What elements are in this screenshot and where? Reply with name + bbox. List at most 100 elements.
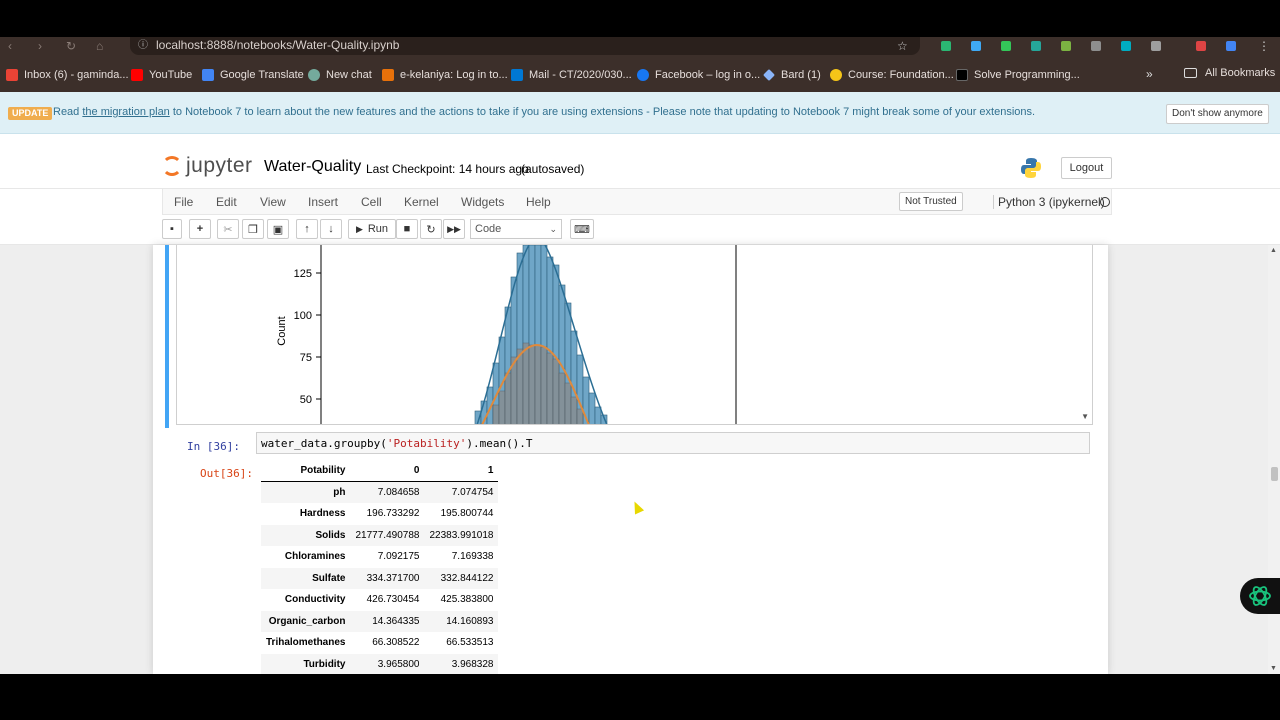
table-cell: 7.084658 xyxy=(377,487,420,498)
bookmark-item[interactable]: Facebook – log in o... xyxy=(637,67,760,83)
migration-plan-link[interactable]: the migration plan xyxy=(82,106,169,118)
code-cell[interactable]: In [36]: water_data.groupby('Potability'… xyxy=(165,432,1095,674)
dont-show-anymore-button[interactable]: Don't show anymore xyxy=(1166,104,1269,124)
save-button[interactable]: ▪ xyxy=(162,219,182,239)
forward-icon[interactable]: › xyxy=(38,39,42,53)
menu-help[interactable]: Help xyxy=(526,195,551,209)
histogram-plot-fragment: Count 125 100 75 50 xyxy=(276,245,737,424)
more-bookmarks-icon[interactable]: » xyxy=(1146,67,1153,81)
bookmark-label: Inbox (6) - gaminda... xyxy=(24,69,129,81)
jupyter-logo-text: jupyter xyxy=(186,154,253,177)
logout-button[interactable]: Logout xyxy=(1061,157,1112,179)
table-cell: 426.730454 xyxy=(366,594,420,606)
address-bar[interactable]: ⓘ localhost:8888/notebooks/Water-Quality… xyxy=(130,37,920,55)
arrow-down-icon: ↓ xyxy=(328,223,334,235)
scrollbar-thumb[interactable] xyxy=(1271,467,1278,481)
insert-cell-button[interactable]: + xyxy=(189,219,211,239)
table-cell: 7.074754 xyxy=(451,487,494,498)
extension-icon[interactable] xyxy=(941,41,951,51)
extension-icon[interactable] xyxy=(1031,41,1041,51)
menu-view[interactable]: View xyxy=(260,195,286,209)
trust-status-button[interactable]: Not Trusted xyxy=(899,192,963,211)
menu-cell[interactable]: Cell xyxy=(361,195,382,209)
bookmark-item[interactable]: Course: Foundation... xyxy=(830,67,954,83)
copy-icon: ❐ xyxy=(248,223,258,236)
run-button[interactable]: ▶ Run xyxy=(348,219,396,239)
plot-ylabel: Count xyxy=(276,316,288,345)
row-label: Turbidity xyxy=(303,658,346,670)
checkpoint-status: Last Checkpoint: 14 hours ago xyxy=(366,162,529,176)
table-header-row: Potability 0 1 xyxy=(261,460,499,482)
cut-button[interactable]: ✂ xyxy=(217,219,239,239)
notebook-toolbar: ▪ + ✂ ❐ ▣ ↑ ↓ ▶ Run ■ ↻ ▶▶ Code ⌄ ⌨ xyxy=(0,215,1280,245)
code-prefix: water_data.groupby( xyxy=(261,437,387,450)
menu-widgets[interactable]: Widgets xyxy=(461,195,504,209)
scroll-down-arrow-icon[interactable]: ▼ xyxy=(1081,412,1089,421)
notebook-area: Count 125 100 75 50 ▼ In [36]: water_dat… xyxy=(0,245,1268,674)
move-up-button[interactable]: ↑ xyxy=(296,219,318,239)
bookmark-label: Solve Programming... xyxy=(974,69,1080,81)
bookmark-item[interactable]: Mail - CT/2020/030... xyxy=(511,67,632,83)
bookmark-item[interactable]: Solve Programming... xyxy=(956,67,1080,83)
jupyter-logo[interactable]: jupyter xyxy=(162,154,253,178)
restart-run-all-button[interactable]: ▶▶ xyxy=(443,219,465,239)
restart-button[interactable]: ↻ xyxy=(420,219,442,239)
extension-icon[interactable] xyxy=(1121,41,1131,51)
update-banner: UPDATE Read the migration plan to Notebo… xyxy=(0,92,1280,134)
update-text-after: to Notebook 7 to learn about the new fea… xyxy=(172,106,1036,118)
bookmark-star-icon[interactable]: ☆ xyxy=(897,39,908,53)
menu-bar: File Edit View Insert Cell Kernel Widget… xyxy=(0,188,1280,215)
facebook-icon xyxy=(637,69,649,81)
bookmark-item[interactable]: Bard (1) xyxy=(763,67,821,83)
scroll-down-arrow-icon[interactable]: ▼ xyxy=(1270,665,1277,672)
browser-menu-icon[interactable]: ⋮ xyxy=(1258,39,1270,53)
back-icon[interactable]: ‹ xyxy=(8,39,12,53)
bookmark-item[interactable]: e-kelaniya: Log in to... xyxy=(382,67,508,83)
extension-icon[interactable] xyxy=(1091,41,1101,51)
move-down-button[interactable]: ↓ xyxy=(320,219,342,239)
paste-button[interactable]: ▣ xyxy=(267,219,289,239)
assistant-floating-button[interactable] xyxy=(1240,578,1280,614)
plot-cell[interactable]: Count 125 100 75 50 ▼ xyxy=(165,245,1095,428)
cell-type-select[interactable]: Code ⌄ xyxy=(470,219,562,239)
profile-avatar[interactable] xyxy=(1196,41,1206,51)
bookmark-label: e-kelaniya: Log in to... xyxy=(400,69,508,81)
extension-icon[interactable] xyxy=(1061,41,1071,51)
interrupt-button[interactable]: ■ xyxy=(396,219,418,239)
extension-icon[interactable] xyxy=(1151,41,1161,51)
python-logo-icon xyxy=(1021,158,1041,178)
profile-avatar[interactable] xyxy=(1226,41,1236,51)
extension-icon[interactable] xyxy=(971,41,981,51)
site-info-icon[interactable]: ⓘ xyxy=(138,38,148,54)
extension-icon[interactable] xyxy=(1001,41,1011,51)
bookmark-item[interactable]: Inbox (6) - gaminda... xyxy=(6,67,129,83)
autosave-status: (autosaved) xyxy=(521,162,585,176)
menu-kernel[interactable]: Kernel xyxy=(404,195,439,209)
bookmark-label: Mail - CT/2020/030... xyxy=(529,69,632,81)
code-editor[interactable]: water_data.groupby('Potability').mean().… xyxy=(256,432,1090,454)
all-bookmarks-button[interactable]: All Bookmarks xyxy=(1184,67,1275,79)
reload-icon[interactable]: ↻ xyxy=(66,39,76,53)
menu-insert[interactable]: Insert xyxy=(308,195,338,209)
row-label: ph xyxy=(333,487,346,498)
bookmark-item[interactable]: Google Translate xyxy=(202,67,304,83)
command-palette-button[interactable]: ⌨ xyxy=(570,219,594,239)
bookmark-item[interactable]: YouTube xyxy=(131,67,192,83)
plus-icon: + xyxy=(196,223,204,235)
fast-forward-icon: ▶▶ xyxy=(447,223,461,234)
plot-output-scroll[interactable]: Count 125 100 75 50 ▼ xyxy=(176,245,1093,425)
notebook-header: jupyter Water-Quality Last Checkpoint: 1… xyxy=(0,134,1280,188)
home-icon[interactable]: ⌂ xyxy=(96,39,103,53)
cut-icon: ✂ xyxy=(223,223,233,236)
screen-top-edge xyxy=(0,0,1280,37)
menu-edit[interactable]: Edit xyxy=(216,195,237,209)
gmail-icon xyxy=(6,69,18,81)
copy-button[interactable]: ❐ xyxy=(242,219,264,239)
scroll-up-arrow-icon[interactable]: ▲ xyxy=(1270,247,1277,254)
screen-bottom-edge xyxy=(0,674,1280,720)
menu-file[interactable]: File xyxy=(174,195,193,209)
paste-icon: ▣ xyxy=(272,223,284,236)
table-cell: 66.308522 xyxy=(372,637,420,649)
notebook-name[interactable]: Water-Quality xyxy=(264,158,361,176)
bookmark-item[interactable]: New chat xyxy=(308,67,372,83)
